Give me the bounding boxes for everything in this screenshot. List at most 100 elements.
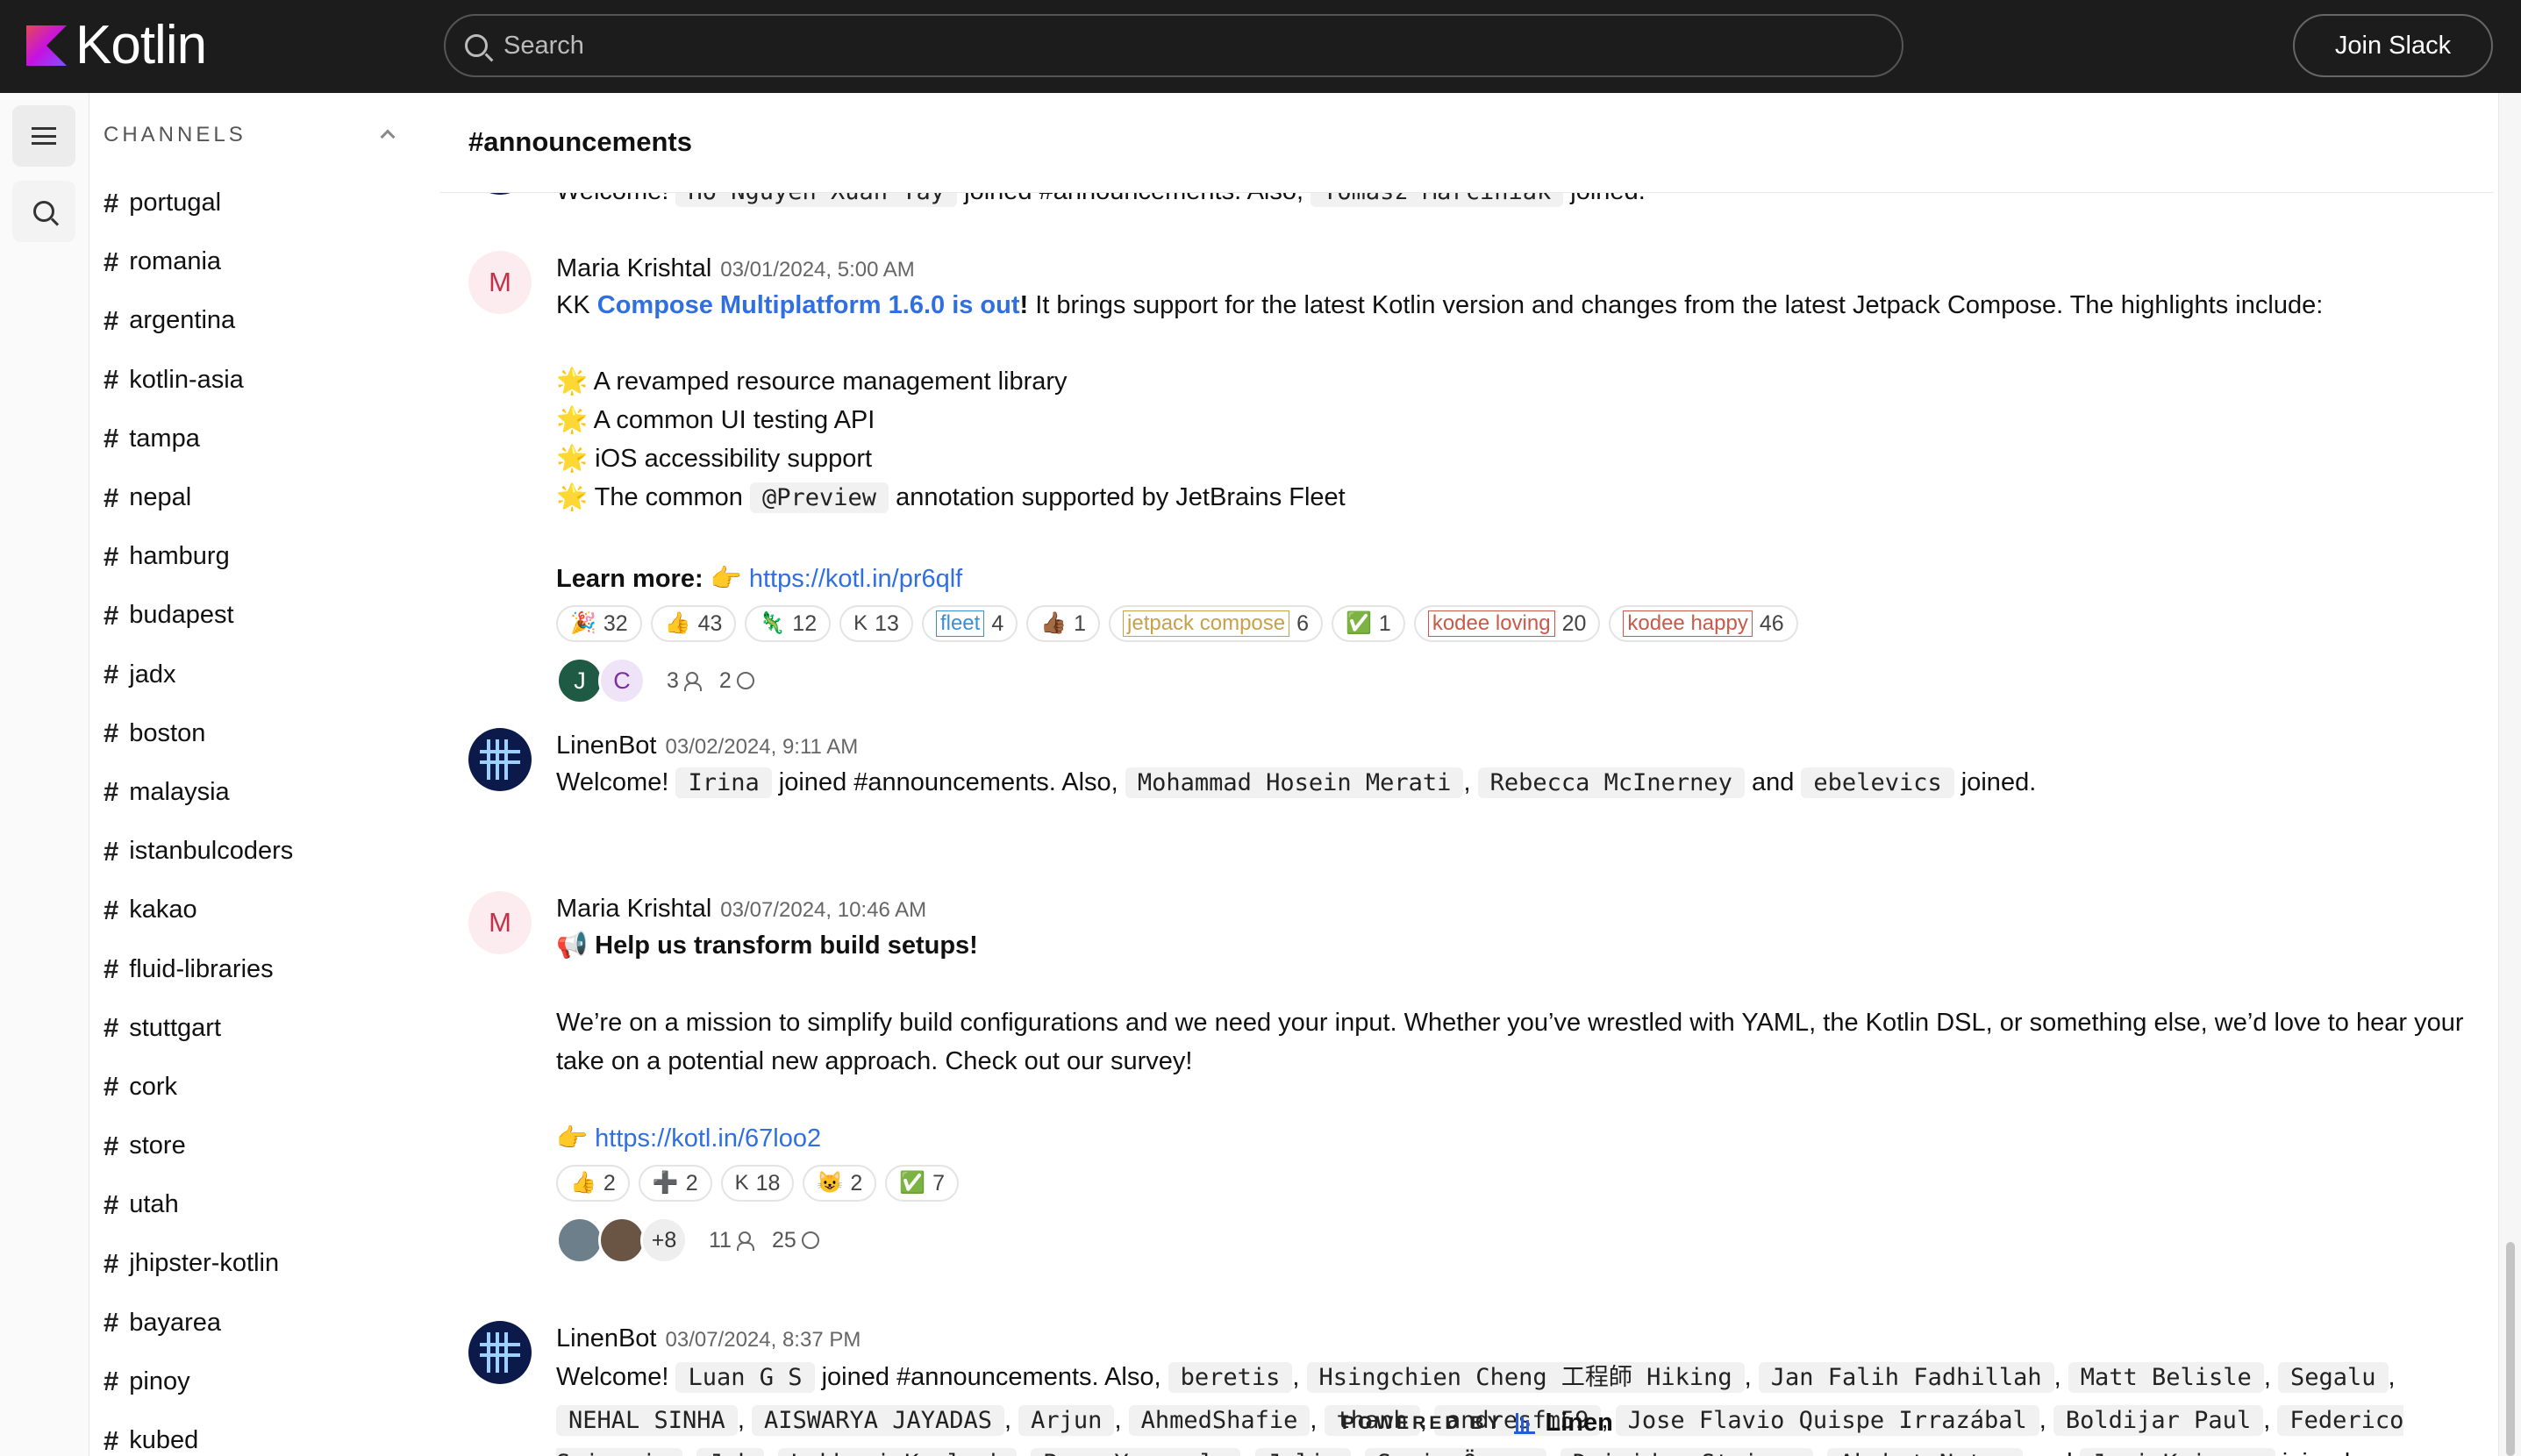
menu-button[interactable] [12,105,75,167]
channel-item-utah[interactable]: # utah [104,1175,293,1234]
kotlin-logo[interactable]: Kotlin [26,15,207,75]
join-slack-button[interactable]: Join Slack [2293,14,2493,77]
channel-item-istanbulcoders[interactable]: # istanbulcoders [104,822,293,881]
channel-item-kubed[interactable]: # kubed [104,1411,293,1456]
rail-search-button[interactable] [12,181,75,242]
user-mention[interactable]: Jari Kuipers [2079,1448,2275,1456]
learn-more-link[interactable]: https://kotl.in/pr6qlf [749,565,962,593]
channel-item-hamburg[interactable]: # hamburg [104,527,293,586]
separator: , [682,1449,689,1456]
user-mention[interactable]: Luan G S [675,1362,815,1393]
avatar[interactable]: M [468,891,532,954]
thread-summary[interactable]: +8 11 25 [556,1216,2468,1265]
user-mention[interactable]: Matt Belisle [2068,1362,2264,1393]
channel-item-jadx[interactable]: # jadx [104,646,293,704]
reaction-chip[interactable]: 👍🏾 1 [1026,605,1101,642]
author-name[interactable]: Maria Krishtal [556,254,711,282]
user-mention[interactable]: Akshat Natra [1827,1448,2024,1456]
channel-item-store[interactable]: # store [104,1117,293,1175]
user-mention[interactable]: ebelevics [1801,767,1954,798]
brand-name: Kotlin [75,15,207,75]
channel-name: stuttgart [129,1013,222,1042]
user-mention[interactable]: Irina [675,767,772,798]
user-mention[interactable]: Julie [1254,1448,1351,1456]
reaction-chip[interactable]: K 18 [720,1165,795,1202]
channel-name: fluid-libraries [129,954,274,983]
message-text: Welcome! Irina joined #announcements. Al… [556,763,2468,803]
channel-item-stuttgart[interactable]: # stuttgart [104,999,293,1058]
user-mention[interactable]: Jak [696,1448,764,1456]
user-mention[interactable]: Şevin Özcan [1364,1448,1546,1456]
channel-name: romania [129,247,222,276]
channel-item-tampa[interactable]: # tampa [104,410,293,468]
powered-by-linen[interactable]: POWERED BY Linen [1342,1409,1613,1438]
reaction-chip[interactable]: kodee happy 46 [1609,605,1798,642]
reaction-chip[interactable]: jetpack compose 6 [1109,605,1324,642]
message-list[interactable]: Welcome! Ho Nguyen Xuan Tay joined #anno… [440,93,2493,1456]
hash-icon: # [104,599,119,631]
reaction-chip[interactable]: kodee loving 20 [1413,605,1601,642]
reaction-chip[interactable]: K 13 [839,605,913,642]
separator: , [2263,1406,2271,1434]
channel-item-budapest[interactable]: # budapest [104,586,293,645]
survey-link[interactable]: https://kotl.in/67loo2 [595,1124,821,1153]
user-mention[interactable]: Puru Yanamala [1031,1448,1241,1456]
author-name[interactable]: LinenBot [556,732,657,760]
user-mention[interactable]: Arjun [1018,1405,1115,1436]
scrollbar-thumb[interactable] [2506,1242,2515,1456]
linenbot-avatar[interactable] [468,1321,532,1384]
channel-item-bayarea[interactable]: # bayarea [104,1294,293,1353]
channel-name: kakao [129,896,197,924]
reaction-chip[interactable]: fleet 4 [921,605,1018,642]
reaction-chip[interactable]: ✅ 7 [885,1165,960,1202]
channel-item-fluid-libraries[interactable]: # fluid-libraries [104,939,293,998]
channel-item-pinoy[interactable]: # pinoy [104,1353,293,1411]
user-mention[interactable]: Jan Falih Fadhillah [1758,1362,2054,1393]
search-bar[interactable] [444,14,1903,77]
user-mention[interactable]: Hsingchien Cheng 工程師 Hiking [1306,1362,1745,1393]
user-mention[interactable]: Segalu [2277,1362,2389,1393]
collapse-chevron-icon[interactable] [380,129,396,145]
reaction-chip[interactable]: 🎉 32 [556,605,642,642]
channel-item-jhipster-kotlin[interactable]: # jhipster-kotlin [104,1234,293,1293]
user-mention[interactable]: Deividas Strioga [1560,1448,1813,1456]
user-mention[interactable]: Boldijar Paul [2053,1405,2264,1436]
user-mention[interactable]: Mohammad Hosein Merati [1125,767,1464,798]
channel-item-nepal[interactable]: # nepal [104,468,293,527]
user-mention[interactable]: beretis [1168,1362,1293,1393]
reaction-chip[interactable]: ➕ 2 [638,1165,712,1202]
announcement-link[interactable]: Compose Multiplatform 1.6.0 is out [597,291,1020,319]
hash-icon: # [104,659,119,690]
thread-summary[interactable]: J C 3 2 [556,656,2468,705]
user-mention[interactable]: Jose Flavio Quispe Irrazábal [1615,1405,2039,1436]
reaction-chip[interactable]: 👍 43 [650,605,737,642]
channel-name: store [129,1131,186,1160]
channel-item-argentina[interactable]: # argentina [104,291,293,350]
bullet-text: The common [594,483,743,511]
search-input[interactable] [503,31,1819,61]
user-mention[interactable]: NEHAL SINHA [556,1405,738,1436]
channel-item-romania[interactable]: # romania [104,232,293,291]
channel-item-portugal[interactable]: # portugal [104,174,293,232]
reaction-count: 32 [603,611,628,636]
reaction-chip[interactable]: 😺 2 [803,1165,877,1202]
user-mention[interactable]: Lakhani Kamlesh [778,1448,1017,1456]
channel-item-malaysia[interactable]: # malaysia [104,763,293,822]
user-mention[interactable]: AISWARYA JAYADAS [751,1405,1005,1436]
user-mention[interactable]: AhmedShafie [1128,1405,1310,1436]
channel-item-boston[interactable]: # boston [104,704,293,763]
channel-item-kakao[interactable]: # kakao [104,881,293,939]
reaction-chip[interactable]: 🦎 12 [745,605,832,642]
author-name[interactable]: Maria Krishtal [556,895,711,923]
reaction-chip[interactable]: 👍 2 [556,1165,630,1202]
linenbot-avatar[interactable] [468,728,532,791]
reaction-count: 20 [1561,611,1587,636]
reaction-chip[interactable]: ✅ 1 [1332,605,1405,642]
channel-item-cork[interactable]: # cork [104,1058,293,1117]
channel-item-kotlin-asia[interactable]: # kotlin-asia [104,351,293,410]
scrollbar[interactable] [2498,93,2521,1456]
avatar[interactable]: M [468,251,532,314]
search-icon [33,201,54,222]
user-mention[interactable]: Rebecca McInerney [1477,767,1745,798]
author-name[interactable]: LinenBot [556,1324,657,1353]
